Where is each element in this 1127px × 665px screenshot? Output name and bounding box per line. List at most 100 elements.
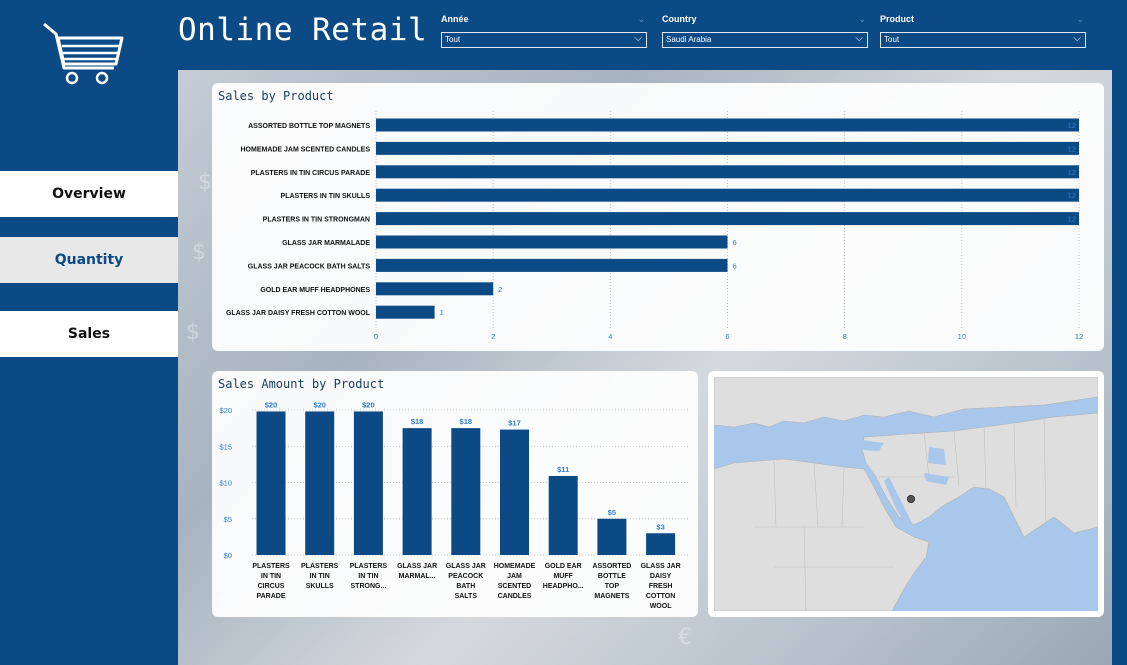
dollar-decoration-icon: $ [186, 320, 200, 345]
category-label: ASSORTED [592, 563, 631, 570]
category-label: PLASTERS [252, 563, 290, 570]
data-label: $3 [656, 522, 664, 531]
category-label: FRESH [649, 583, 673, 590]
category-label: PLASTERS [301, 563, 339, 570]
filter-product-value: Tout [884, 35, 900, 44]
y-tick-label: $20 [219, 406, 232, 415]
bar [451, 428, 481, 555]
x-tick-label: 12 [1075, 332, 1083, 341]
sales-by-product-chart: 0 2 4 6 8 10 12ASSORTED BOTTLE TOP MAGNETS 12HO… [226, 111, 1083, 341]
category-label: GLASS JAR MARMALADE [282, 240, 370, 247]
sales-amount-by-product-panel[interactable]: Sales Amount by Product $0 $5 $10 $15 $20 $20… [212, 371, 698, 617]
bar [376, 141, 1079, 155]
data-label: $5 [608, 508, 616, 517]
filter-country-label: Country [662, 14, 697, 24]
x-tick-label: 8 [843, 332, 847, 341]
filter-product-label: Product [880, 14, 915, 24]
category-label: STRONG... [351, 583, 387, 590]
category-label: CIRCUS [258, 583, 285, 590]
bar [646, 533, 676, 555]
x-tick-label: 6 [725, 332, 729, 341]
category-label: IN TIN [261, 573, 281, 580]
data-label: $18 [411, 417, 424, 426]
sales-by-product-panel[interactable]: Sales by Product 0 2 4 6 8 10 12 ASSORTED BOTTL… [212, 83, 1104, 351]
chevron-down-icon[interactable]: ⌵ [1073, 32, 1081, 46]
bar [597, 518, 627, 555]
bar [376, 235, 728, 249]
data-label: $18 [460, 417, 473, 426]
category-label: HOMEMADE [494, 563, 536, 570]
bar [500, 429, 529, 555]
category-label: BOTTLE [598, 573, 626, 580]
euro-decoration-icon: € [678, 625, 692, 650]
category-label: GLASS JAR PEACOCK BATH SALTS [248, 263, 371, 270]
data-label: 6 [733, 261, 737, 270]
category-label: PLASTERS IN TIN STRONGMAN [263, 217, 370, 224]
filter-country-select[interactable]: Saudi Arabia ⌵ [662, 32, 868, 48]
data-label: 6 [733, 238, 737, 247]
bar [256, 411, 286, 555]
category-label: MARMAL... [399, 573, 436, 580]
category-label: GLASS JAR [641, 563, 681, 570]
world-map[interactable] [714, 377, 1098, 611]
filter-year[interactable]: Année ⌄ Tout ⌵ [441, 14, 647, 48]
dashboard: $ $ $ € € Online Retail Année ⌄ Tout⌵ Co… [0, 0, 1127, 665]
shopping-cart-icon [43, 22, 124, 85]
dollar-decoration-icon: $ [192, 240, 206, 265]
bar [376, 165, 1079, 179]
sidebar: Overview Quantity Sales [0, 0, 178, 665]
data-label: 12 [1068, 144, 1076, 153]
page-title: Online Retail [178, 12, 428, 48]
category-label: COTTON [646, 593, 675, 600]
data-label: 12 [1068, 121, 1076, 130]
filter-country-value: Saudi Arabia [666, 35, 712, 44]
category-label: CANDLES [498, 593, 532, 600]
data-label: 12 [1068, 191, 1076, 200]
nav-overview-button[interactable]: Overview [0, 171, 178, 217]
nav-quantity-button[interactable]: Quantity [0, 237, 178, 283]
map-marker-saudi-arabia[interactable] [906, 495, 915, 504]
filter-year-value: Tout [445, 35, 461, 44]
filter-product-select[interactable]: Tout ⌵ [880, 32, 1086, 48]
chevron-down-icon[interactable]: ⌵ [634, 32, 642, 46]
category-label: DAISY [650, 573, 672, 580]
data-label: 1 [440, 308, 444, 317]
chevron-down-icon[interactable]: ⌄ [1076, 14, 1084, 25]
filter-year-label: Année [441, 14, 469, 24]
dollar-decoration-icon: $ [198, 170, 212, 195]
y-tick-label: $15 [219, 442, 232, 451]
nav-sales-label: Sales [67, 326, 111, 342]
chevron-down-icon[interactable]: ⌄ [858, 14, 866, 25]
category-label: TOP [605, 583, 620, 590]
category-label: PARADE [256, 593, 285, 600]
category-label: PEACOCK [448, 573, 483, 580]
nav-sales-button[interactable]: Sales [0, 311, 178, 357]
bar [376, 282, 494, 296]
bar [402, 428, 432, 555]
data-label: $11 [557, 465, 569, 474]
bar [305, 411, 335, 555]
data-label: 12 [1068, 168, 1076, 177]
filter-country[interactable]: Country ⌄ Saudi Arabia ⌵ [662, 14, 868, 48]
data-label: $20 [362, 400, 375, 409]
category-label: JAM [507, 573, 522, 580]
category-label: PLASTERS [350, 563, 388, 570]
filter-year-select[interactable]: Tout ⌵ [441, 32, 647, 48]
bar [376, 258, 728, 272]
category-label: GLASS JAR [397, 563, 437, 570]
category-label: WOOL [650, 603, 672, 610]
chevron-down-icon[interactable]: ⌄ [637, 14, 645, 25]
filter-product[interactable]: Product ⌄ Tout ⌵ [880, 14, 1086, 48]
data-label: $20 [313, 400, 326, 409]
data-label: 12 [1068, 215, 1076, 224]
y-tick-label: $5 [224, 515, 232, 524]
bar [376, 118, 1079, 132]
category-label: PLASTERS IN TIN SKULLS [281, 193, 371, 200]
map-panel[interactable] [708, 371, 1104, 617]
category-label: IN TIN [310, 573, 330, 580]
x-tick-label: 0 [374, 332, 378, 341]
category-label: IN TIN [358, 573, 378, 580]
nav-overview-label: Overview [52, 186, 126, 202]
chevron-down-icon[interactable]: ⌵ [855, 32, 863, 46]
bar [376, 188, 1079, 202]
